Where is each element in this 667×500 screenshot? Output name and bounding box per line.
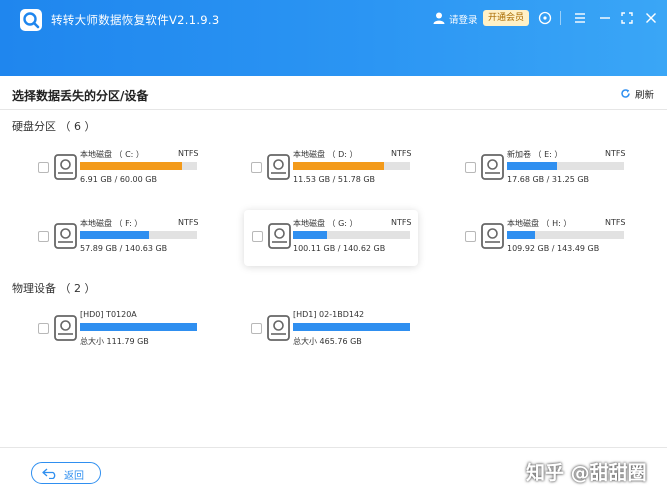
hard-disk-icon (54, 315, 77, 341)
minimize-icon[interactable] (598, 11, 612, 25)
partition-card-hovered[interactable]: 本地磁盘 （ G: ） NTFS 100.11 GB / 140.62 GB (244, 210, 418, 266)
titlebar-divider (560, 11, 561, 25)
hard-disk-icon (267, 154, 290, 180)
usage-bar-fill (293, 231, 327, 239)
page-header: 选择数据丢失的分区/设备 刷新 (0, 76, 667, 109)
partition-usage: 11.53 GB / 51.78 GB (293, 175, 376, 184)
title-bar: 转转大师数据恢复软件V2.1.9.3 请登录 开通会员 (0, 0, 667, 76)
hard-disk-icon (267, 315, 290, 341)
usage-bar-fill (80, 162, 182, 170)
vip-button[interactable]: 开通会员 (483, 10, 529, 26)
device-bar (80, 323, 197, 331)
usage-bar (80, 162, 197, 170)
physical-device-card[interactable]: [HD0] T0120A 总大小 111.79 GB (10, 302, 204, 358)
partition-usage: 109.92 GB / 143.49 GB (507, 244, 600, 253)
page-title: 选择数据丢失的分区/设备 (12, 89, 149, 103)
partition-checkbox[interactable] (38, 162, 49, 173)
filesystem-label: NTFS (391, 218, 412, 227)
physical-device-card[interactable]: [HD1] 02-1BD142 总大小 465.76 GB (223, 302, 417, 358)
partition-usage: 57.89 GB / 140.63 GB (80, 244, 168, 253)
device-name: [HD1] 02-1BD142 (293, 310, 365, 319)
partition-checkbox[interactable] (251, 162, 262, 173)
main-content: 选择数据丢失的分区/设备 刷新 硬盘分区 （ 6 ） 本地磁盘 （ C: ） N… (0, 76, 667, 500)
partition-name: 新加卷 （ E: ） (507, 150, 563, 159)
usage-bar-fill (507, 162, 558, 170)
device-bar (293, 323, 410, 331)
usage-bar-fill (507, 231, 536, 239)
back-label: 返回 (64, 471, 84, 482)
partition-usage: 100.11 GB / 140.62 GB (293, 244, 386, 253)
partition-card[interactable]: 本地磁盘 （ F: ） NTFS 57.89 GB / 140.63 GB (10, 210, 204, 266)
device-name: [HD0] T0120A (80, 310, 137, 319)
watermark: 知乎 @甜甜圈 (526, 462, 647, 484)
close-icon[interactable] (644, 11, 658, 25)
support-icon[interactable] (538, 11, 552, 25)
maximize-icon[interactable] (620, 11, 634, 25)
hard-disk-icon (268, 223, 291, 249)
hard-disk-icon (481, 154, 504, 180)
partition-card[interactable]: 本地磁盘 （ D: ） NTFS 11.53 GB / 51.78 GB (223, 141, 417, 197)
footer-divider (0, 447, 667, 448)
device-size: 总大小 465.76 GB (293, 337, 362, 346)
partition-name: 本地磁盘 （ D: ） (293, 150, 358, 159)
device-checkbox[interactable] (251, 323, 262, 334)
refresh-icon (621, 89, 630, 98)
filesystem-label: NTFS (605, 218, 626, 227)
app-logo (20, 9, 42, 31)
partition-checkbox[interactable] (465, 162, 476, 173)
partition-card[interactable]: 本地磁盘 （ C: ） NTFS 6.91 GB / 60.00 GB (10, 141, 204, 197)
login-link[interactable]: 请登录 (449, 12, 478, 26)
filesystem-label: NTFS (178, 149, 199, 158)
partition-name: 本地磁盘 （ F: ） (80, 219, 143, 228)
partition-name: 本地磁盘 （ G: ） (293, 219, 358, 228)
user-icon[interactable] (432, 11, 446, 25)
usage-bar (293, 231, 410, 239)
physical-section-title: 物理设备 （ 2 ） (12, 282, 96, 295)
filesystem-label: NTFS (605, 149, 626, 158)
usage-bar (293, 162, 410, 170)
header-divider (0, 109, 667, 110)
partition-checkbox[interactable] (252, 231, 263, 242)
refresh-label: 刷新 (635, 90, 655, 101)
device-checkbox[interactable] (38, 323, 49, 334)
filesystem-label: NTFS (391, 149, 412, 158)
menu-icon[interactable] (573, 11, 587, 25)
usage-bar (507, 231, 624, 239)
partition-name: 本地磁盘 （ C: ） (80, 150, 144, 159)
device-size: 总大小 111.79 GB (80, 337, 149, 346)
usage-bar-fill (80, 231, 150, 239)
usage-bar (80, 231, 197, 239)
partition-checkbox[interactable] (465, 231, 476, 242)
hard-disk-icon (54, 154, 77, 180)
partition-usage: 6.91 GB / 60.00 GB (80, 175, 157, 184)
hard-disk-icon (481, 223, 504, 249)
app-title: 转转大师数据恢复软件V2.1.9.3 (51, 13, 220, 27)
disk-section-title: 硬盘分区 （ 6 ） (12, 120, 96, 133)
partition-card[interactable]: 本地磁盘 （ H: ） NTFS 109.92 GB / 143.49 GB (437, 210, 631, 266)
partition-card[interactable]: 新加卷 （ E: ） NTFS 17.68 GB / 31.25 GB (437, 141, 631, 197)
back-arrow-icon (42, 468, 56, 479)
filesystem-label: NTFS (178, 218, 199, 227)
partition-usage: 17.68 GB / 31.25 GB (507, 175, 590, 184)
partition-name: 本地磁盘 （ H: ） (507, 219, 572, 228)
hard-disk-icon (54, 223, 77, 249)
back-button[interactable]: 返回 (31, 462, 101, 484)
partition-checkbox[interactable] (38, 231, 49, 242)
usage-bar (507, 162, 624, 170)
usage-bar-fill (293, 162, 385, 170)
